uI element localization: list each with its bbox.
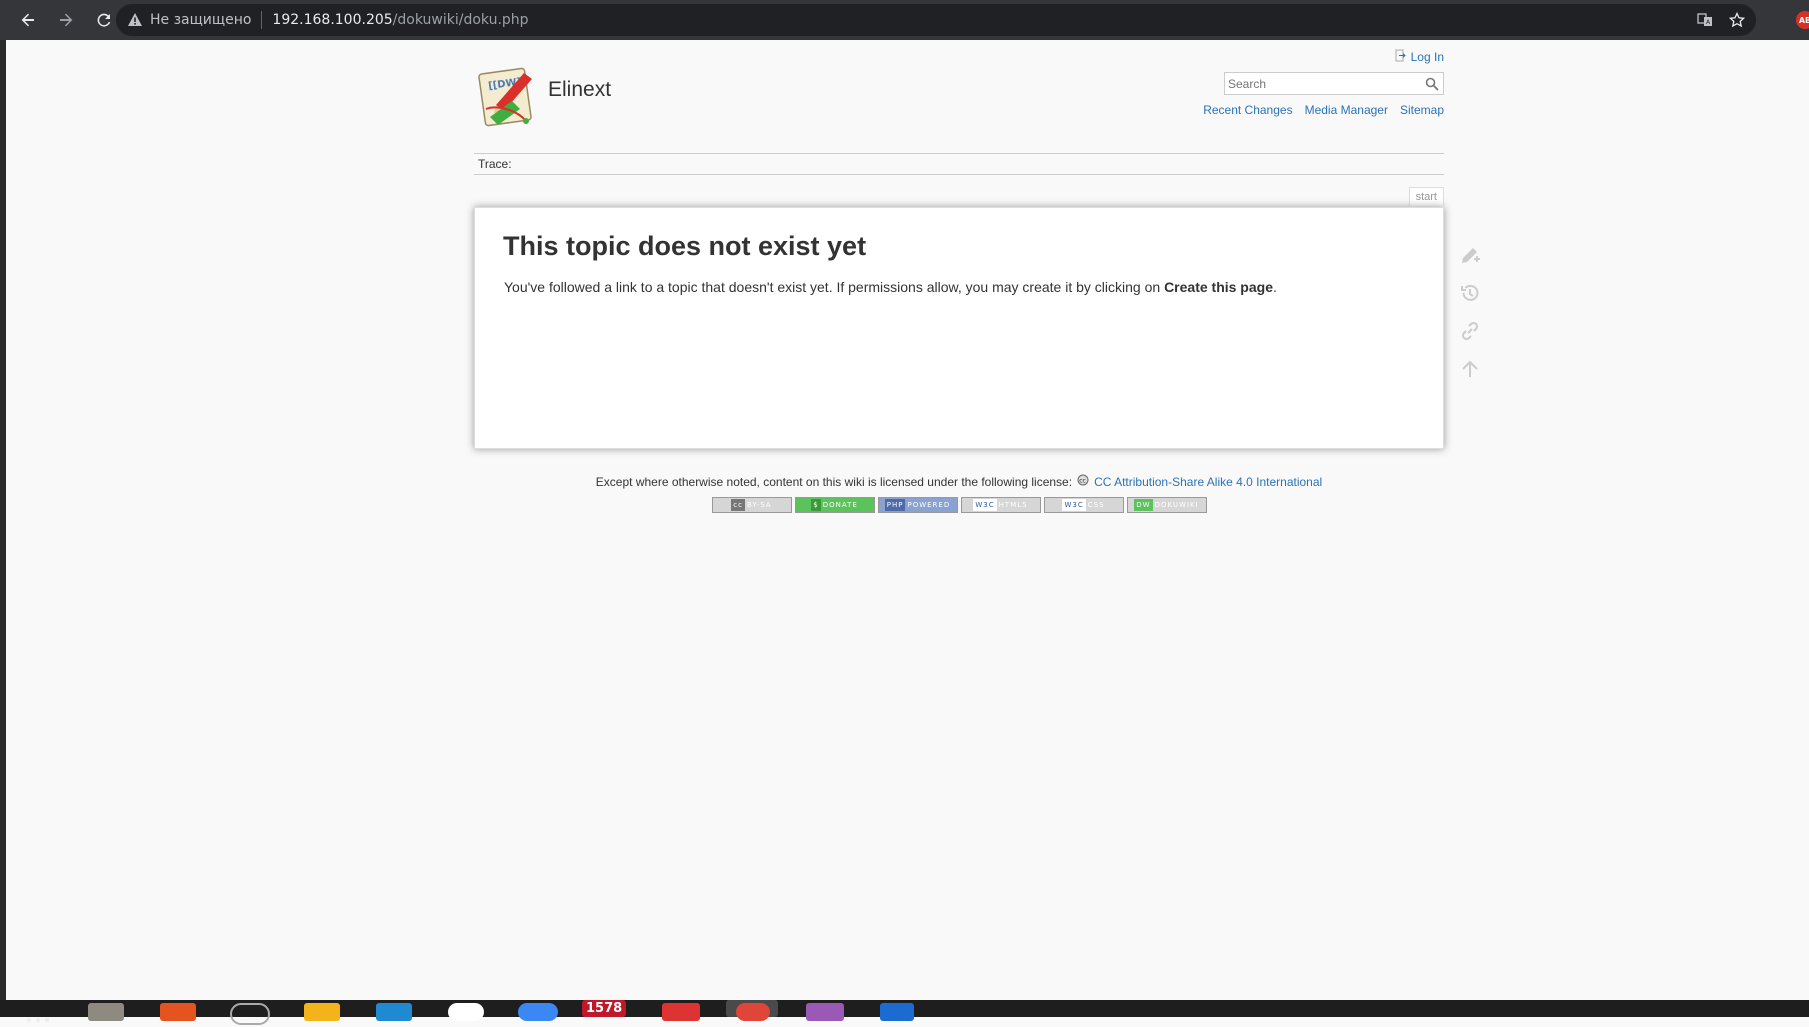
badge-left: $: [811, 499, 821, 511]
badge-html5[interactable]: W3C HTML5: [960, 497, 1041, 513]
page-content: This topic does not exist yet You've fol…: [474, 207, 1444, 449]
cc-license-icon: cc: [1077, 474, 1089, 489]
badge-donate[interactable]: $ DONATE: [794, 497, 875, 513]
settings-app-icon[interactable]: [230, 1003, 270, 1025]
bookmark-star-icon[interactable]: [1728, 11, 1746, 29]
create-page-text: Create this page: [1164, 279, 1273, 295]
chrome-app-icon[interactable]: [736, 1003, 770, 1021]
breadcrumb: Trace:: [474, 153, 1444, 175]
badge-right: DONATE: [822, 501, 858, 509]
license-link[interactable]: CC Attribution-Share Alike 4.0 Internati…: [1094, 475, 1322, 489]
license-line: Except where otherwise noted, content on…: [474, 474, 1444, 489]
backlinks-icon[interactable]: [1457, 318, 1483, 344]
badge-cc-by-sa[interactable]: cc BY-SA: [711, 497, 792, 513]
page-title: This topic does not exist yet: [503, 231, 867, 261]
warning-icon[interactable]: [126, 11, 144, 29]
badge-right: DOKUWIKI: [1154, 501, 1199, 509]
old-revisions-icon[interactable]: [1457, 280, 1483, 306]
separator: [261, 11, 263, 29]
message-end: .: [1273, 279, 1277, 295]
url-host: 192.168.100.205: [272, 12, 393, 28]
software-app-icon[interactable]: [160, 1003, 196, 1021]
login-link[interactable]: Log In: [1411, 50, 1444, 64]
badge-left: PHP: [884, 499, 906, 511]
badge-left: W3C: [973, 499, 997, 511]
presentation-app-icon[interactable]: [662, 1003, 700, 1021]
dokuwiki-logo[interactable]: [[DW]]: [476, 65, 542, 131]
search-input[interactable]: [1225, 74, 1421, 93]
translate-icon[interactable]: A: [1696, 11, 1714, 29]
badge-dokuwiki[interactable]: DW DOKUWIKI: [1126, 497, 1207, 513]
badge-php[interactable]: PHP POWERED: [877, 497, 958, 513]
badge-left: W3C: [1062, 499, 1086, 511]
search-icon[interactable]: [1423, 75, 1440, 92]
os-taskbar: 1578: [0, 1000, 1809, 1025]
slack-app-icon[interactable]: [448, 1003, 484, 1021]
search-form: [1224, 72, 1444, 95]
url-text[interactable]: 192.168.100.205/dokuwiki/doku.php: [272, 12, 528, 28]
badge-right: POWERED: [907, 501, 951, 509]
badge-right: HTML5: [998, 501, 1028, 509]
extension-icon[interactable]: AB: [1796, 11, 1809, 29]
svg-text:cc: cc: [1079, 478, 1086, 485]
files-app-icon[interactable]: [88, 1003, 124, 1021]
trace-label: Trace:: [478, 157, 512, 171]
login-icon[interactable]: [1395, 49, 1407, 65]
site-title[interactable]: Elinext: [548, 78, 611, 102]
license-prefix: Except where otherwise noted, content on…: [595, 474, 1073, 489]
create-page-icon[interactable]: [1457, 242, 1483, 268]
user-tools: Log In: [1395, 49, 1444, 65]
page-id: start: [1408, 187, 1444, 206]
site-tools: Recent Changes Media Manager Sitemap: [1203, 103, 1444, 117]
badge-right: CSS: [1087, 501, 1105, 509]
page-tools: [1457, 242, 1487, 394]
browser-toolbar: Не защищено 192.168.100.205/dokuwiki/dok…: [0, 0, 1809, 40]
badge-left: cc: [731, 499, 745, 511]
screenshot-app-icon[interactable]: [806, 1003, 844, 1021]
back-icon[interactable]: [12, 4, 44, 36]
message-text: You've followed a link to a topic that d…: [504, 279, 1165, 295]
security-label: Не защищено: [150, 12, 252, 28]
address-bar[interactable]: Не защищено 192.168.100.205/dokuwiki/dok…: [116, 4, 1756, 36]
chat-app-icon[interactable]: [518, 1003, 558, 1021]
footer-badges: cc BY-SA $ DONATE PHP POWERED W3C HTML5 W3C C…: [474, 497, 1444, 513]
recent-changes-link[interactable]: Recent Changes: [1203, 103, 1292, 117]
page-viewport: [[DW]] Elinext Log In Recent Changes Med: [6, 40, 1809, 1000]
apps-grid-icon[interactable]: [24, 1008, 52, 1023]
vscode-app-icon[interactable]: [376, 1003, 412, 1021]
url-path: /dokuwiki/doku.php: [392, 12, 529, 28]
notification-count-badge[interactable]: 1578: [582, 1000, 627, 1017]
notes-app-icon[interactable]: [304, 1003, 340, 1021]
license-footer: Except where otherwise noted, content on…: [474, 474, 1444, 513]
document-app-icon[interactable]: [880, 1003, 914, 1021]
badge-left: DW: [1134, 499, 1153, 511]
page-message: You've followed a link to a topic that d…: [504, 279, 1277, 295]
back-to-top-icon[interactable]: [1457, 356, 1483, 382]
badge-right: BY-SA: [746, 501, 772, 509]
media-manager-link[interactable]: Media Manager: [1305, 103, 1388, 117]
forward-icon[interactable]: [50, 4, 82, 36]
badge-css[interactable]: W3C CSS: [1043, 497, 1124, 513]
sitemap-link[interactable]: Sitemap: [1400, 103, 1444, 117]
